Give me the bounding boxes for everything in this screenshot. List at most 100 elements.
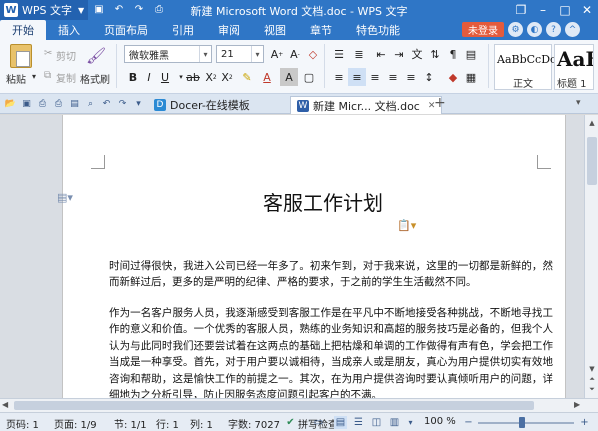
- status-word-count[interactable]: 字数: 7027: [228, 416, 280, 431]
- horizontal-scrollbar[interactable]: ◀ ▶: [0, 398, 598, 412]
- open-folder-icon[interactable]: 📂: [4, 97, 17, 110]
- status-column[interactable]: 列: 1: [190, 416, 213, 431]
- char-border-icon[interactable]: ▢: [300, 68, 318, 86]
- save-icon[interactable]: ▣: [20, 97, 33, 110]
- decrease-indent-icon[interactable]: ⇤: [372, 45, 390, 63]
- tab-home[interactable]: 开始: [0, 20, 46, 40]
- align-left-icon[interactable]: ≡: [330, 68, 348, 86]
- export-pdf-icon[interactable]: ▤: [68, 97, 81, 110]
- tab-special-features[interactable]: 特色功能: [344, 20, 412, 40]
- subscript-icon[interactable]: X2: [218, 68, 236, 86]
- document-paragraph[interactable]: 作为一名客户服务人员，我逐渐感受到客服工作是在平凡中不断地接受各种挑战，不断地寻…: [109, 305, 553, 398]
- format-painter-button[interactable]: 格式刷: [80, 71, 110, 86]
- redo-icon[interactable]: ↷: [132, 2, 146, 16]
- highlight-icon[interactable]: ✎: [238, 68, 256, 86]
- reading-view-icon[interactable]: ▥: [388, 416, 401, 429]
- numbered-list-icon[interactable]: ≣: [350, 45, 368, 63]
- scroll-left-icon[interactable]: ◀: [2, 400, 8, 409]
- chinese-layout-icon[interactable]: 文: [408, 45, 426, 63]
- doc-tab-docer[interactable]: D Docer-在线模板: [148, 96, 256, 114]
- status-page-code[interactable]: 页码: 1: [6, 416, 39, 431]
- line-spacing-icon[interactable]: ↕: [420, 68, 438, 86]
- minimize-icon[interactable]: –: [532, 0, 554, 20]
- login-button[interactable]: 未登录: [462, 22, 504, 37]
- tab-page-layout[interactable]: 页面布局: [92, 20, 160, 40]
- close-icon[interactable]: ✕: [576, 0, 598, 20]
- scrollbar-thumb[interactable]: [587, 137, 597, 185]
- chevron-down-icon[interactable]: ▾: [404, 416, 417, 429]
- char-shading-icon[interactable]: A: [280, 68, 298, 86]
- paste-button-label[interactable]: 粘贴: [6, 71, 26, 86]
- clear-format-icon[interactable]: ◇: [304, 45, 322, 63]
- align-right-icon[interactable]: ≡: [366, 68, 384, 86]
- format-painter-icon[interactable]: 🖌: [86, 46, 106, 65]
- web-view-icon[interactable]: ◫: [370, 416, 383, 429]
- status-row[interactable]: 行: 1: [156, 416, 179, 431]
- page-view-icon[interactable]: ▤: [334, 416, 347, 429]
- outline-view-icon[interactable]: ☰: [352, 416, 365, 429]
- increase-indent-icon[interactable]: ⇥: [390, 45, 408, 63]
- status-page[interactable]: 页面: 1/9: [54, 416, 97, 431]
- strikethrough-icon[interactable]: ab: [184, 68, 202, 86]
- chevron-down-icon[interactable]: ▾: [251, 46, 263, 62]
- document-heading[interactable]: 客服工作计划: [63, 187, 583, 216]
- font-name-select[interactable]: 微软雅黑 ▾: [124, 45, 212, 63]
- chevron-down-icon[interactable]: ▾: [32, 72, 36, 81]
- maximize-icon[interactable]: □: [554, 0, 576, 20]
- undo-icon[interactable]: ↶: [100, 97, 113, 110]
- zoom-slider-handle[interactable]: [519, 417, 525, 428]
- paste-icon[interactable]: [10, 44, 32, 68]
- help-icon[interactable]: ?: [546, 22, 561, 37]
- next-page-icon[interactable]: ⏷: [586, 383, 598, 395]
- sort-icon[interactable]: ⇅: [426, 45, 444, 63]
- align-center-icon[interactable]: ≡: [348, 68, 366, 86]
- tab-view[interactable]: 视图: [252, 20, 298, 40]
- justify-icon[interactable]: ≡: [384, 68, 402, 86]
- scrollbar-thumb[interactable]: [14, 401, 534, 410]
- document-page[interactable]: ▤▾ 客服工作计划 📋▾ 时间过得很快，我进入公司已经一年多了。初来乍到，对于我…: [57, 115, 566, 398]
- chevron-down-icon[interactable]: ▾: [199, 46, 211, 62]
- app-menu-button[interactable]: W WPS 文字 ▼: [0, 0, 88, 20]
- copy-icon[interactable]: ⧉: [44, 70, 51, 81]
- bullet-list-icon[interactable]: ☰: [330, 45, 348, 63]
- show-marks-icon[interactable]: ¶: [444, 45, 462, 63]
- zoom-in-icon[interactable]: +: [578, 416, 591, 429]
- chevron-down-icon[interactable]: ▾: [132, 97, 145, 110]
- status-section[interactable]: 节: 1/1: [114, 416, 147, 431]
- shading-icon[interactable]: ◆: [444, 68, 462, 86]
- zoom-out-icon[interactable]: −: [462, 416, 475, 429]
- tab-review[interactable]: 审阅: [206, 20, 252, 40]
- settings-icon[interactable]: ⚙: [508, 22, 523, 37]
- scroll-right-icon[interactable]: ▶: [574, 400, 580, 409]
- zoom-level[interactable]: 100 %: [424, 416, 456, 427]
- vertical-scrollbar[interactable]: ▲ ▼ ⏶ ⏷: [584, 115, 598, 398]
- doc-tab-current[interactable]: W 新建 Micr... 文档.doc ✕: [290, 96, 443, 114]
- grow-font-icon[interactable]: A +: [268, 45, 286, 63]
- save-icon[interactable]: ▣: [92, 2, 106, 16]
- paste-options-icon[interactable]: 📋▾: [397, 219, 416, 232]
- tab-chapter[interactable]: 章节: [298, 20, 344, 40]
- skin-icon[interactable]: ◐: [527, 22, 542, 37]
- scroll-up-icon[interactable]: ▲: [586, 117, 598, 129]
- distribute-icon[interactable]: ≡: [402, 68, 420, 86]
- print-icon[interactable]: ⎙: [152, 2, 166, 16]
- tab-references[interactable]: 引用: [160, 20, 206, 40]
- full-screen-view-icon[interactable]: ▭: [312, 416, 325, 429]
- style-heading-1[interactable]: AaB 标题 1: [554, 44, 594, 90]
- borders-icon[interactable]: ▦: [462, 68, 480, 86]
- style-normal[interactable]: AaBbCcDc 正文: [494, 44, 556, 90]
- tab-insert[interactable]: 插入: [46, 20, 92, 40]
- copy-button[interactable]: 复制: [56, 70, 76, 85]
- new-tab-button[interactable]: +: [434, 95, 446, 111]
- undo-icon[interactable]: ↶: [112, 2, 126, 16]
- cut-icon[interactable]: ✂: [44, 48, 52, 59]
- chevron-down-icon[interactable]: ▾: [576, 98, 581, 108]
- zoom-slider[interactable]: [478, 422, 574, 424]
- print-icon[interactable]: ⎙: [52, 97, 65, 110]
- document-paragraph[interactable]: 时间过得很快，我进入公司已经一年多了。初来乍到，对于我来说，这里的一切都是新鲜的…: [109, 258, 553, 291]
- restore-window-icon[interactable]: ❐: [510, 0, 532, 20]
- find-icon[interactable]: ⌕: [84, 97, 97, 110]
- collapse-ribbon-icon[interactable]: ^: [565, 22, 580, 37]
- shrink-font-icon[interactable]: A-: [286, 45, 304, 63]
- cut-button[interactable]: 剪切: [56, 48, 76, 63]
